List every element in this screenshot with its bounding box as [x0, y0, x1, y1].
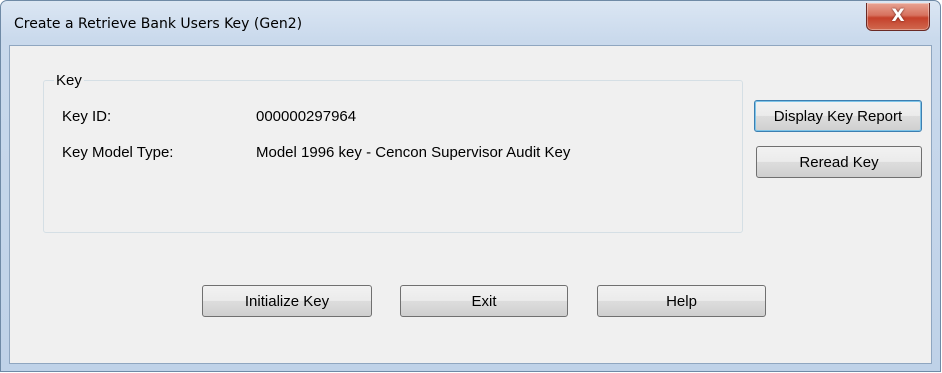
- dialog-window: Create a Retrieve Bank Users Key (Gen2) …: [0, 0, 941, 372]
- reread-key-button[interactable]: Reread Key: [756, 146, 922, 178]
- display-key-report-button[interactable]: Display Key Report: [754, 100, 922, 132]
- initialize-key-button[interactable]: Initialize Key: [202, 285, 372, 317]
- key-model-type-value: Model 1996 key - Cencon Supervisor Audit…: [256, 144, 571, 161]
- dialog-client-area: Key Key ID: 000000297964 Key Model Type:…: [9, 45, 932, 364]
- close-icon: X: [891, 6, 905, 26]
- key-model-type-label: Key Model Type:: [62, 144, 174, 161]
- help-button[interactable]: Help: [597, 285, 766, 317]
- close-button[interactable]: X: [866, 3, 930, 31]
- key-group-label: Key: [54, 72, 84, 89]
- exit-button[interactable]: Exit: [400, 285, 568, 317]
- window-title: Create a Retrieve Bank Users Key (Gen2): [14, 16, 303, 32]
- key-id-value: 000000297964: [256, 108, 357, 125]
- title-bar[interactable]: Create a Retrieve Bank Users Key (Gen2) …: [1, 1, 940, 45]
- key-id-label: Key ID:: [62, 108, 112, 125]
